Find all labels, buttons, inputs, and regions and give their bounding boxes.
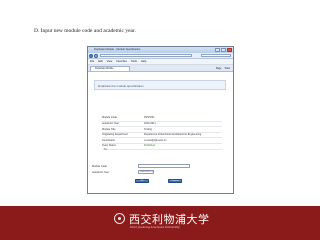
university-banner: 西交利物浦大学 Xi'an Jiaotong-Liverpool Univers… (0, 206, 320, 240)
detail-value: 2010-2011 (144, 121, 156, 125)
menu-file[interactable]: File (90, 59, 94, 64)
page-menu[interactable]: Page (216, 67, 222, 70)
slide-caption: D. Input new module code and academic ye… (34, 28, 136, 34)
browser-window: Duplicate Module - Module Specification … (87, 46, 234, 194)
search-input[interactable] (201, 54, 231, 57)
academic-year-value: 2009-2010 (140, 171, 151, 173)
module-code-input[interactable] (138, 164, 190, 168)
minimize-button[interactable] (215, 48, 220, 52)
detail-value: xu.test@xjtlu.edu.cn (144, 138, 167, 142)
menu-help[interactable]: Help (141, 59, 146, 64)
address-input[interactable] (100, 54, 192, 57)
page-title: Duplicate the module specification (98, 83, 144, 88)
academic-year-label: Academic Year (92, 170, 109, 174)
detail-value: Department of Electrical and Electronic … (144, 133, 202, 137)
menu-edit[interactable]: Edit (98, 59, 102, 64)
form-heading: To: (104, 148, 108, 151)
select-arrow-icon: ▾ (151, 171, 153, 173)
module-code-label: Module Code (92, 164, 107, 168)
detail-row: Team Status Published (102, 144, 222, 150)
detail-label: Academic Year (102, 121, 119, 125)
menu-tools[interactable]: Tools (131, 59, 137, 64)
detail-label: Module Code (102, 116, 117, 120)
detail-value: TEST001 (144, 116, 155, 120)
academic-year-row: Academic Year 2009-2010 ▾ (92, 170, 230, 175)
maximize-button[interactable] (221, 48, 226, 52)
ok-button[interactable]: OK (135, 179, 149, 183)
window-title: Duplicate Module - Module Specification (94, 47, 141, 51)
tools-menu[interactable]: Tools (224, 67, 230, 70)
detail-value: Testing (144, 127, 152, 131)
detail-label: Team Status (102, 144, 116, 148)
detail-label: Coordinator (102, 138, 116, 142)
module-details: Module Code TEST001 Academic Year 2010-2… (102, 116, 222, 150)
page-content: Duplicate the module specification Modul… (88, 72, 233, 193)
module-code-row: Module Code (92, 164, 230, 169)
tab-duplicate-module[interactable]: Duplicate Module (90, 66, 130, 71)
menu-view[interactable]: View (107, 59, 113, 64)
university-subtitle: Xi'an Jiaotong-Liverpool University (130, 225, 180, 229)
academic-year-select[interactable]: 2009-2010 ▾ (138, 170, 154, 174)
status-value: Published (144, 144, 155, 148)
cancel-button[interactable]: Cancel (168, 179, 182, 183)
window-controls (215, 48, 232, 52)
back-arrow-icon[interactable] (89, 53, 93, 58)
university-emblem-icon (114, 213, 125, 224)
detail-label: Originating Department (102, 133, 128, 137)
menu-favorites[interactable]: Favorites (116, 59, 127, 64)
tab-tools: Page Tools (216, 67, 230, 70)
close-button[interactable] (227, 48, 232, 52)
page-header-pane: Duplicate the module specification (94, 80, 226, 90)
tab-row: Duplicate Module Page Tools (88, 65, 233, 72)
detail-label: Module Title (102, 127, 116, 131)
forward-arrow-icon[interactable] (94, 53, 98, 58)
